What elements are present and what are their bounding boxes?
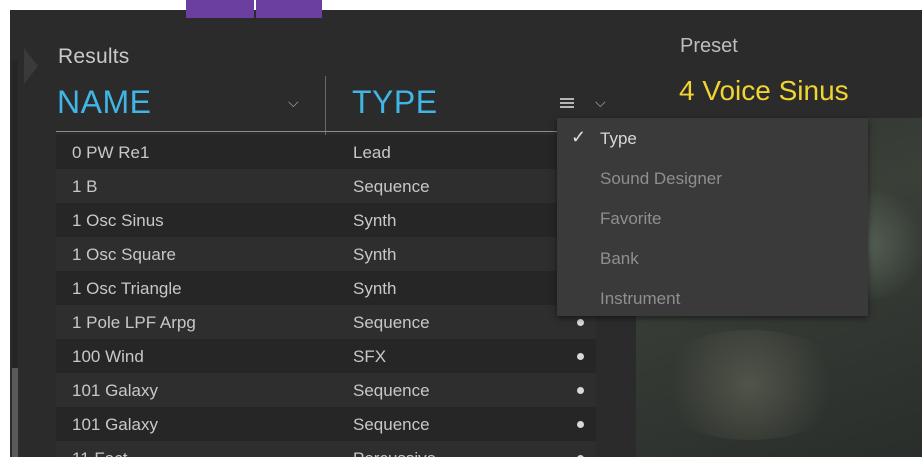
table-row[interactable]: 1 Osc Sinus Synth	[56, 203, 596, 237]
table-row[interactable]: 1 Pole LPF Arpg Sequence	[56, 305, 596, 339]
dropdown-item-label: Favorite	[600, 209, 662, 228]
preset-type-cell: Sequence	[353, 313, 430, 332]
table-row[interactable]: 1 Osc Square Synth	[56, 237, 596, 271]
dot-indicator-icon	[577, 387, 584, 394]
preset-name-cell: 0 PW Re1	[72, 143, 150, 162]
table-row[interactable]: 1 B Sequence	[56, 169, 596, 203]
top-tab-2[interactable]	[256, 0, 322, 18]
dropdown-item[interactable]: ✓ Type	[557, 118, 868, 158]
dot-indicator-icon	[577, 421, 584, 428]
preset-type-cell: SFX	[353, 347, 387, 366]
preset-type-cell: Sequence	[353, 381, 430, 400]
preset-name-cell: 101 Galaxy	[72, 415, 158, 434]
checkmark-icon: ✓	[571, 127, 587, 147]
dropdown-item[interactable]: Instrument	[557, 278, 868, 318]
dot-indicator-icon	[577, 319, 584, 326]
type-column-dropdown-menu: ✓ Type Sound Designer Favorite Bank Instrumen…	[557, 118, 868, 316]
scrollbar-thumb[interactable]	[12, 368, 18, 457]
preset-label: Preset	[680, 35, 738, 57]
hamburger-menu-icon[interactable]	[560, 98, 574, 108]
preset-name-cell: 11 Fact	[72, 449, 127, 457]
top-tab-1[interactable]	[186, 0, 254, 18]
preset-type-cell: Lead	[353, 143, 391, 162]
browser-app: Results NAME ⌵ TYPE ⌵ 0 PW Re1 Lead 1 B Seq…	[0, 0, 922, 457]
column-header-name[interactable]: NAME	[57, 84, 151, 121]
preview-glow	[650, 330, 850, 440]
preset-name-cell: 1 B	[72, 177, 98, 196]
results-title: Results	[58, 45, 130, 68]
dropdown-item-label: Bank	[600, 249, 639, 268]
table-row[interactable]: 100 Wind SFX	[56, 339, 596, 373]
preset-type-cell: Sequence	[353, 415, 430, 434]
side-panel-arrow-icon[interactable]	[24, 48, 38, 84]
dropdown-item[interactable]: Sound Designer	[557, 158, 868, 198]
dropdown-item-label: Sound Designer	[600, 169, 722, 188]
preset-name-cell: 1 Osc Square	[72, 245, 176, 264]
dropdown-item-label: Instrument	[600, 289, 681, 308]
results-list: 0 PW Re1 Lead 1 B Sequence 1 Osc Sinus Synth 1…	[56, 135, 596, 457]
dropdown-item[interactable]: Bank	[557, 238, 868, 278]
preset-name-cell: 100 Wind	[72, 347, 144, 366]
dropdown-item-label: Type	[600, 129, 637, 148]
left-border	[0, 0, 10, 457]
dropdown-item[interactable]: Favorite	[557, 198, 868, 238]
preset-type-cell: Synth	[353, 211, 397, 230]
dot-indicator-icon	[577, 353, 584, 360]
table-row[interactable]: 11 Fact Percussive	[56, 441, 596, 457]
table-row[interactable]: 1 Osc Triangle Synth	[56, 271, 596, 305]
preset-type-cell: Synth	[353, 245, 397, 264]
table-row[interactable]: 101 Galaxy Sequence	[56, 407, 596, 441]
chevron-down-icon[interactable]: ⌵	[595, 94, 606, 111]
preset-name-cell: 1 Pole LPF Arpg	[72, 313, 196, 332]
header-underline	[56, 131, 612, 132]
table-row[interactable]: 101 Galaxy Sequence	[56, 373, 596, 407]
preset-type-cell: Percussive	[353, 449, 436, 457]
preset-name-cell: 1 Osc Sinus	[72, 211, 164, 230]
preset-name: 4 Voice Sinus	[679, 75, 849, 106]
preset-name-cell: 101 Galaxy	[72, 381, 158, 400]
table-row[interactable]: 0 PW Re1 Lead	[56, 135, 596, 169]
chevron-down-icon[interactable]: ⌵	[288, 94, 299, 111]
column-header-type[interactable]: TYPE	[352, 84, 438, 121]
preset-name-cell: 1 Osc Triangle	[72, 279, 182, 298]
preset-type-cell: Synth	[353, 279, 397, 298]
preset-type-cell: Sequence	[353, 177, 430, 196]
